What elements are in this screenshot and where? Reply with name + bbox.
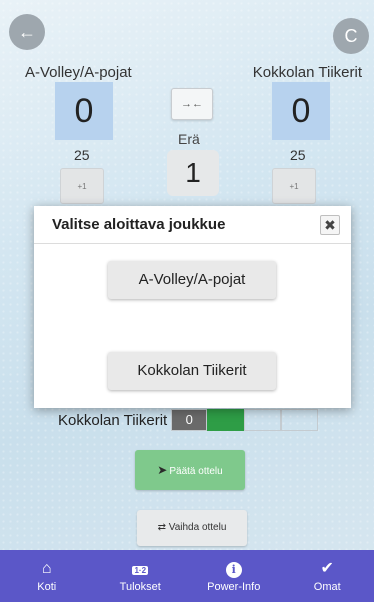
- set-label: Erä: [178, 131, 200, 147]
- info-icon: i: [225, 562, 242, 578]
- target-score-a: 25: [74, 147, 90, 163]
- swap-arrows-icon: ⇄: [157, 522, 166, 533]
- change-match-label: Vaihda ottelu: [168, 522, 227, 533]
- swap-icon: →←: [181, 98, 203, 110]
- nav-label: Tulokset: [119, 581, 161, 593]
- choose-team-a-button[interactable]: A-Volley/A-pojat: [108, 261, 276, 299]
- nav-label: Power-Info: [207, 581, 261, 593]
- nav-item-koti[interactable]: ⌂ Koti: [0, 550, 94, 602]
- set-table-cell: [207, 409, 245, 431]
- home-icon: ⌂: [41, 560, 52, 577]
- team-a-name: A-Volley/A-pojat: [25, 64, 132, 81]
- set-number: 1: [167, 150, 219, 196]
- refresh-button[interactable]: C: [333, 18, 369, 54]
- dialog-title: Valitse aloittava joukkue: [52, 216, 226, 233]
- nav-item-tulokset[interactable]: 1·2 Tulokset: [94, 550, 188, 602]
- nav-item-power-info[interactable]: i Power-Info: [187, 550, 281, 602]
- end-match-label: Päätä ottelu: [169, 466, 223, 477]
- refresh-icon: C: [344, 26, 358, 46]
- score-a[interactable]: 0: [55, 82, 113, 140]
- set-table-score: 0: [171, 409, 208, 431]
- change-match-button[interactable]: ⇄ Vaihda ottelu: [137, 510, 247, 546]
- swap-sides-button[interactable]: →←: [171, 88, 213, 120]
- scoreboard-icon: 1·2: [132, 566, 149, 575]
- score-b[interactable]: 0: [272, 82, 330, 140]
- target-score-b: 25: [290, 147, 306, 163]
- bottom-nav: ⌂ Koti 1·2 Tulokset i Power-Info ✔ Omat: [0, 550, 374, 602]
- team-b-name: Kokkolan Tiikerit: [252, 64, 362, 81]
- send-icon: ➤: [157, 463, 168, 477]
- start-team-dialog: Valitse aloittava joukkue ✖ A-Volley/A-p…: [34, 206, 351, 408]
- set-table-row: Kokkolan Tiikerit 0: [58, 409, 319, 431]
- shield-check-icon: ✔: [320, 560, 334, 577]
- arrow-left-icon: ←: [18, 22, 36, 42]
- back-button[interactable]: ←: [9, 14, 45, 50]
- nav-label: Koti: [37, 581, 57, 593]
- plus-one-b-button[interactable]: +1: [272, 168, 316, 204]
- set-table-cell: [244, 409, 282, 431]
- nav-item-omat[interactable]: ✔ Omat: [281, 550, 374, 602]
- plus-one-a-button[interactable]: +1: [60, 168, 104, 204]
- choose-team-b-button[interactable]: Kokkolan Tiikerit: [108, 352, 276, 390]
- nav-label: Omat: [313, 581, 341, 593]
- set-table-cell: [281, 409, 319, 431]
- end-match-button[interactable]: ➤ Päätä ottelu: [135, 450, 245, 490]
- set-table-team: Kokkolan Tiikerit: [58, 411, 168, 429]
- close-icon[interactable]: ✖: [320, 214, 340, 235]
- dialog-header: Valitse aloittava joukkue ✖: [34, 206, 351, 244]
